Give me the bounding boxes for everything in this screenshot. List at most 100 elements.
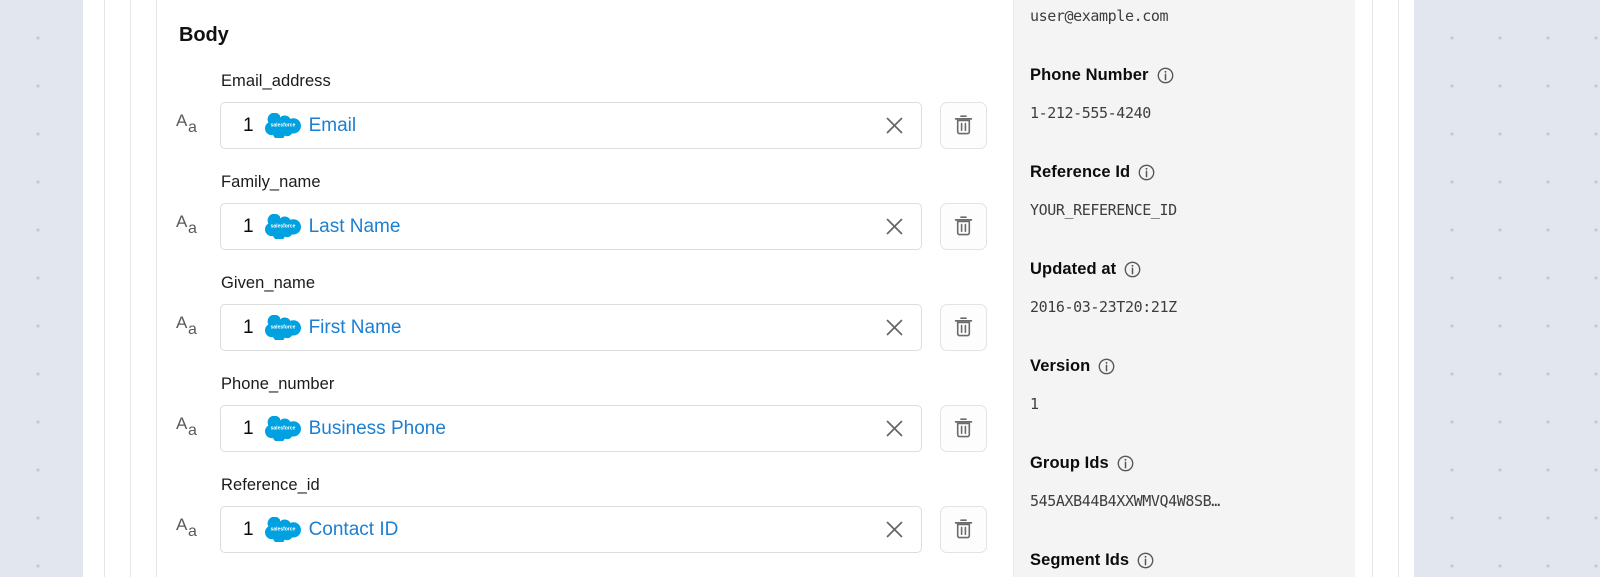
close-icon[interactable]: [881, 214, 907, 240]
attribute-value: 1-212-555-4240: [1030, 104, 1151, 122]
svg-text:salesforce: salesforce: [270, 325, 295, 331]
info-icon[interactable]: [1157, 67, 1174, 84]
token-index: 1: [243, 316, 254, 338]
record-attribute: Email Addressuser@example.com: [1014, 0, 1355, 56]
field-mapping-row: Aa Family_name 1 salesforce Last Name: [157, 173, 1013, 274]
right-gutter: [1355, 0, 1414, 577]
record-attribute: Phone Number 1-212-555-4240: [1014, 56, 1355, 153]
attribute-label-row: Updated at: [1030, 250, 1355, 288]
info-icon[interactable]: [1117, 455, 1134, 472]
delete-row-button[interactable]: [940, 405, 987, 452]
mapping-input[interactable]: 1 salesforce Contact ID: [220, 506, 922, 553]
salesforce-logo-icon: salesforce: [264, 517, 301, 542]
field-mapping-row: Aa Email_address 1 salesforce Email: [157, 72, 1013, 173]
close-icon[interactable]: [881, 315, 907, 341]
trash-icon: [954, 518, 973, 542]
svg-text:salesforce: salesforce: [270, 426, 295, 432]
field-mapping-row: Aa Phone_number 1 salesforce Business Phone: [157, 375, 1013, 476]
mapped-field-token[interactable]: Business Phone: [309, 418, 446, 440]
mapping-input[interactable]: 1 salesforce Business Phone: [220, 405, 922, 452]
attribute-label-row: Group Ids: [1030, 444, 1355, 482]
attribute-label: Segment Ids: [1030, 550, 1130, 569]
record-inspector-panel[interactable]: Email Addressuser@example.comPhone Numbe…: [1013, 0, 1355, 577]
canvas-backdrop-right: [1414, 0, 1600, 577]
mapping-input[interactable]: 1 salesforce First Name: [220, 304, 922, 351]
field-label: Email_address: [221, 72, 331, 90]
salesforce-logo-icon: salesforce: [264, 214, 301, 239]
delete-row-button[interactable]: [940, 304, 987, 351]
app-root: Body Aa Email_address 1 salesforce Email Aa Fa…: [0, 0, 1600, 577]
mapped-field-token[interactable]: Last Name: [309, 216, 401, 238]
token-index: 1: [243, 518, 254, 540]
mapped-field-token[interactable]: First Name: [309, 317, 402, 339]
attribute-value: 545AXB44B4XXWMVQ4W8SB…: [1030, 492, 1220, 510]
mapping-input[interactable]: 1 salesforce Last Name: [220, 203, 922, 250]
attribute-value: 2016-03-23T20:21Z: [1030, 298, 1177, 316]
token-index: 1: [243, 114, 254, 136]
delete-row-button[interactable]: [940, 203, 987, 250]
attribute-label-row: Version: [1030, 347, 1355, 385]
info-icon[interactable]: [1098, 358, 1115, 375]
record-attribute-list: Email Addressuser@example.comPhone Numbe…: [1014, 0, 1355, 577]
nesting-divider-5: [1398, 0, 1399, 577]
attribute-value: 1: [1030, 395, 1039, 413]
body-mapping-panel: Body Aa Email_address 1 salesforce Email Aa Fa…: [157, 0, 1013, 577]
nesting-divider-4: [1372, 0, 1373, 577]
attribute-label: Group Ids: [1030, 453, 1109, 472]
field-label: Reference_id: [221, 476, 320, 494]
salesforce-logo-icon: salesforce: [264, 416, 301, 441]
info-icon[interactable]: [1137, 552, 1154, 569]
field-mapping-row: Aa Reference_id 1 salesforce Contact ID: [157, 476, 1013, 577]
attribute-value: user@example.com: [1030, 7, 1169, 25]
trash-icon: [954, 114, 973, 138]
nesting-divider-2: [130, 0, 131, 577]
svg-text:salesforce: salesforce: [270, 123, 295, 129]
record-attribute: Version 1: [1014, 347, 1355, 444]
close-icon[interactable]: [881, 517, 907, 543]
delete-row-button[interactable]: [940, 102, 987, 149]
mapped-field-token[interactable]: Email: [309, 115, 357, 137]
mapped-field-token[interactable]: Contact ID: [309, 519, 399, 541]
record-attribute: Segment Ids1KB9JE5EGJXCW.REACHAB…: [1014, 541, 1355, 577]
record-attribute: Group Ids 545AXB44B4XXWMVQ4W8SB…: [1014, 444, 1355, 541]
record-attribute: Reference Id YOUR_REFERENCE_ID: [1014, 153, 1355, 250]
text-type-icon: Aa: [176, 212, 197, 237]
field-mapping-row: Aa Given_name 1 salesforce First Name: [157, 274, 1013, 375]
canvas-backdrop-left: [0, 0, 83, 577]
field-label: Family_name: [221, 173, 321, 191]
section-title-body: Body: [179, 24, 229, 46]
attribute-label-row: Phone Number: [1030, 56, 1355, 94]
attribute-label: Phone Number: [1030, 65, 1149, 84]
attribute-label: Reference Id: [1030, 162, 1131, 181]
svg-text:salesforce: salesforce: [270, 527, 295, 533]
attribute-label: Updated at: [1030, 259, 1117, 278]
delete-row-button[interactable]: [940, 506, 987, 553]
token-index: 1: [243, 215, 254, 237]
text-type-icon: Aa: [176, 313, 197, 338]
trash-icon: [954, 417, 973, 441]
close-icon[interactable]: [881, 416, 907, 442]
salesforce-logo-icon: salesforce: [264, 315, 301, 340]
record-attribute: Updated at 2016-03-23T20:21Z: [1014, 250, 1355, 347]
attribute-label-row: Reference Id: [1030, 153, 1355, 191]
svg-text:salesforce: salesforce: [270, 224, 295, 230]
text-type-icon: Aa: [176, 111, 197, 136]
trash-icon: [954, 316, 973, 340]
editor-card: Body Aa Email_address 1 salesforce Email Aa Fa…: [157, 0, 1355, 577]
info-icon[interactable]: [1138, 164, 1155, 181]
left-gutter: [83, 0, 157, 577]
text-type-icon: Aa: [176, 515, 197, 540]
attribute-label-row: Segment Ids: [1030, 541, 1355, 577]
field-mapping-list: Aa Email_address 1 salesforce Email Aa Family_…: [157, 72, 1013, 577]
attribute-value: YOUR_REFERENCE_ID: [1030, 201, 1177, 219]
trash-icon: [954, 215, 973, 239]
mapping-input[interactable]: 1 salesforce Email: [220, 102, 922, 149]
nesting-divider-1: [104, 0, 105, 577]
text-type-icon: Aa: [176, 414, 197, 439]
field-label: Phone_number: [221, 375, 335, 393]
attribute-label: Version: [1030, 356, 1091, 375]
field-label: Given_name: [221, 274, 316, 292]
close-icon[interactable]: [881, 113, 907, 139]
salesforce-logo-icon: salesforce: [264, 113, 301, 138]
info-icon[interactable]: [1124, 261, 1141, 278]
